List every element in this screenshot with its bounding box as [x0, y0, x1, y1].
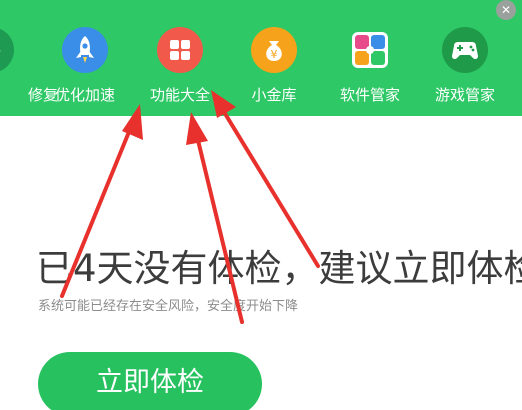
svg-text:¥: ¥: [271, 48, 278, 61]
top-toolbar: 修复 优化加速 功能大全 ¥ 小金库 软件管家 游戏管家 ✕: [0, 0, 522, 116]
tool-repair[interactable]: 修复: [0, 0, 58, 116]
risk-subtitle: 系统可能已经存在安全风险，安全度开始下降: [38, 299, 299, 314]
money-bag-icon: ¥: [251, 27, 297, 73]
tool-all-functions[interactable]: 功能大全: [150, 0, 210, 116]
app-window: 修复 优化加速 功能大全 ¥ 小金库 软件管家 游戏管家 ✕ 已4天没有体检，建…: [0, 0, 522, 410]
tool-label: 游戏管家: [434, 86, 495, 104]
grid-icon: [157, 27, 203, 73]
tool-software-manager[interactable]: 软件管家: [340, 0, 400, 116]
tool-optimize-speed[interactable]: 优化加速: [55, 0, 115, 116]
rocket-icon: [62, 27, 108, 73]
gamepad-icon: [442, 27, 488, 73]
close-button[interactable]: ✕: [496, 0, 516, 20]
check-now-button[interactable]: 立即体检: [38, 352, 262, 410]
software-manager-icon: [347, 27, 393, 73]
wrench-icon: [0, 27, 14, 73]
tool-small-vault[interactable]: ¥ 小金库: [246, 0, 302, 116]
page-title: 已4天没有体检，建议立即体检！: [36, 247, 522, 290]
tool-game-manager[interactable]: 游戏管家: [435, 0, 495, 116]
